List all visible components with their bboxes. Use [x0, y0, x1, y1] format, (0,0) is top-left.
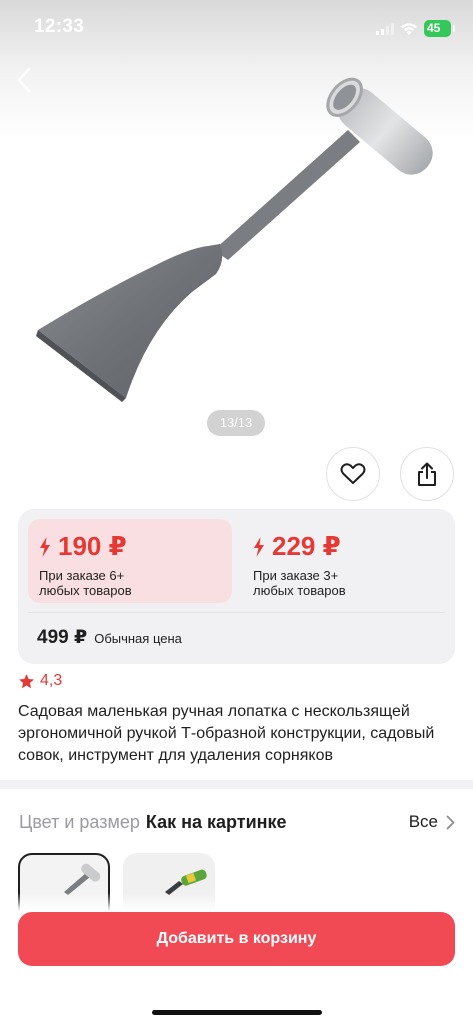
back-arrow-icon: [17, 67, 31, 93]
status-icons: 45: [376, 20, 455, 37]
variant-value: Как на картинке: [145, 811, 287, 832]
tier-price: 190 ₽: [58, 531, 127, 561]
tier-price-row: 190 ₽: [39, 531, 232, 562]
lightning-icon: [40, 536, 50, 557]
variant-header: Цвет и размер Как на картинке Все: [19, 809, 455, 835]
product-title: Садовая маленькая ручная лопатка с неско…: [18, 703, 435, 764]
regular-price-label: Обычная цена: [94, 631, 182, 646]
variant-label: Цвет и размер: [19, 811, 140, 832]
regular-price: 499 ₽: [37, 627, 88, 648]
signal-icon: [376, 22, 394, 35]
rating[interactable]: 4,3: [18, 672, 62, 690]
price-card: 190 ₽ При заказе 6+ любых товаров 229 ₽ …: [18, 509, 455, 664]
divider: [28, 612, 445, 613]
price-tier-6plus[interactable]: 190 ₽ При заказе 6+ любых товаров: [28, 519, 232, 603]
rating-value: 4,3: [40, 672, 63, 689]
product-gallery[interactable]: 13/13: [0, 0, 473, 450]
heart-icon: [340, 463, 366, 484]
share-button[interactable]: [400, 447, 454, 501]
add-to-cart-button[interactable]: Добавить в корзину: [18, 912, 455, 966]
lightning-icon: [254, 536, 264, 557]
share-icon: [418, 462, 436, 486]
home-indicator: [152, 1010, 322, 1015]
battery-icon: 45: [424, 20, 455, 37]
tier-condition: При заказе 3+ любых товаров: [253, 568, 346, 598]
variant-all-label: Все: [408, 812, 438, 831]
tier-condition: При заказе 6+ любых товаров: [39, 568, 132, 598]
regular-price-row: 499 ₽ Обычная цена: [37, 626, 182, 649]
tier-price: 229 ₽: [272, 531, 341, 561]
status-bar: 12:33 45: [0, 0, 473, 56]
favorite-button[interactable]: [326, 447, 380, 501]
price-tier-3plus[interactable]: 229 ₽ При заказе 3+ любых товаров: [242, 519, 446, 603]
star-icon: [19, 673, 34, 688]
chevron-right-icon: [446, 815, 455, 829]
variant-all-link[interactable]: Все: [409, 812, 455, 832]
status-time: 12:33: [34, 16, 85, 37]
wifi-icon: [401, 22, 417, 35]
product-image[interactable]: [30, 68, 440, 408]
section-divider: [0, 780, 473, 789]
gallery-page-counter: 13/13: [207, 410, 265, 436]
tier-price-row: 229 ₽: [253, 531, 446, 562]
back-button[interactable]: [8, 62, 40, 98]
